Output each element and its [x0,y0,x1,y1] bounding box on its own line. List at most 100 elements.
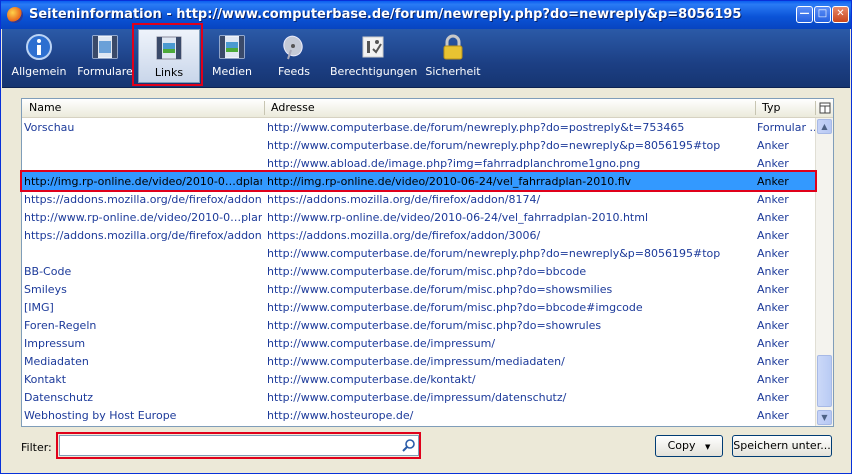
tab-links[interactable]: Links [138,29,200,83]
cell-type: Anker [757,265,789,278]
scroll-thumb[interactable] [817,355,832,407]
lock-icon [443,34,463,60]
tab-berechtigungen[interactable]: Berechtigungen [330,29,418,83]
table-row[interactable]: Vorschau http://www.computerbase.de/forum… [22,118,817,136]
cell-type: Anker [757,301,789,314]
tab-label: Formulare [77,65,133,78]
tab-label: Sicherheit [425,65,481,78]
cell-type: Anker [757,355,789,368]
table-row[interactable]: Mediadaten http://www.computerbase.de/imp… [22,352,817,370]
tab-label: Medien [211,65,253,78]
links-icon [156,36,182,60]
scroll-down-button[interactable]: ▼ [817,410,832,425]
cell-address: http://www.hosteurope.de/ [267,409,414,422]
table-row[interactable]: Smileys http://www.computerbase.de/forum/… [22,280,817,298]
cell-type: Anker [757,211,789,224]
feeds-icon [283,35,303,60]
tab-label: Feeds [278,65,310,78]
cell-type: Anker [757,337,789,350]
chevron-down-icon: ▼ [705,443,711,451]
table-row[interactable]: https://addons.mozilla.org/de/firefox/ad… [22,190,817,208]
cell-address: http://www.computerbase.de/forum/newrepl… [267,139,721,152]
cell-address: http://www.computerbase.de/forum/newrepl… [267,121,685,134]
tab-label: Berechtigungen [330,65,418,78]
table-row[interactable]: Webhosting by Host Europe http://www.host… [22,406,817,424]
links-table: Name Adresse Typ Vorschau http://www.comp… [21,98,834,427]
cell-address: http://www.computerbase.de/forum/misc.ph… [267,301,643,314]
tab-label: Links [154,66,184,79]
table-row[interactable]: https://addons.mozilla.org/de/firefox/ad… [22,226,817,244]
tab-medien[interactable]: Medien [202,29,262,83]
table-row[interactable]: http://www.computerbase.de/forum/newrepl… [22,244,817,262]
cell-name: http://www.rp-online.de/video/2010-0…pla… [24,211,262,224]
table-row[interactable]: http://www.rp-online.de/video/2010-0…pla… [22,208,817,226]
cell-type: Anker [757,409,789,422]
cell-name: BB-Code [24,265,72,278]
tab-sicherheit[interactable]: Sicherheit [422,29,484,83]
table-row[interactable]: Datenschutz http://www.computerbase.de/im… [22,388,817,406]
cell-name: Smileys [24,283,67,296]
filter-input[interactable] [59,435,419,456]
cell-address: http://www.computerbase.de/impressum/med… [267,355,565,368]
copy-button[interactable]: Copy ▼ [655,435,723,457]
cell-name: Vorschau [24,121,75,134]
cell-address: http://www.computerbase.de/forum/misc.ph… [267,283,613,296]
vertical-scrollbar[interactable]: ▲ ▼ [815,118,833,426]
table-row[interactable]: Foren-Regeln http://www.computerbase.de/f… [22,316,817,334]
cell-address: https://addons.mozilla.org/de/firefox/ad… [267,229,541,242]
cell-address: http://img.rp-online.de/video/2010-06-24… [267,175,632,188]
column-separator[interactable] [264,101,265,115]
tab-feeds[interactable]: Feeds [264,29,324,83]
tab-formulare[interactable]: Formulare [74,29,136,83]
page-info-window: Seiteninformation - http://www.computerb… [0,0,852,474]
save-as-button[interactable]: Speichern unter... [732,435,832,457]
scroll-up-button[interactable]: ▲ [817,119,832,134]
permissions-icon [362,36,384,58]
cell-name: Impressum [24,337,86,350]
cell-type: Anker [757,229,789,242]
tab-label: Allgemein [11,65,67,78]
cell-name: https://addons.mozilla.org/de/firefox/ad… [24,193,262,206]
cell-address: http://www.computerbase.de/forum/newrepl… [267,247,721,260]
category-toolbar: Allgemein Formulare Links Medien Feeds B… [2,29,850,88]
info-icon [26,34,52,60]
column-separator[interactable] [755,101,756,115]
copy-button-label: Copy [667,439,696,452]
cell-address: http://www.rp-online.de/video/2010-06-24… [267,211,649,224]
column-header-name[interactable]: Name [29,101,61,114]
column-picker-icon[interactable] [819,102,831,114]
tab-allgemein[interactable]: Allgemein [8,29,70,83]
cell-name: Kontakt [24,373,67,386]
cell-type: Formular ... [757,121,815,134]
minimize-button[interactable]: — [796,6,813,23]
table-body: Vorschau http://www.computerbase.de/forum… [22,118,817,426]
table-row[interactable]: http://img.rp-online.de/video/2010-0…dpl… [22,172,817,190]
cell-address: http://www.abload.de/image.php?img=fahrr… [267,157,641,170]
cell-type: Anker [757,373,789,386]
cell-name: Foren-Regeln [24,319,97,332]
close-button[interactable]: ✕ [832,6,849,23]
search-icon[interactable] [402,438,416,452]
firefox-icon [7,7,23,23]
cell-type: Anker [757,319,789,332]
table-row[interactable]: Kontakt http://www.computerbase.de/kontak… [22,370,817,388]
table-row[interactable]: Impressum http://www.computerbase.de/impr… [22,334,817,352]
maximize-button[interactable]: □ [814,6,831,23]
cell-address: http://www.computerbase.de/kontakt/ [267,373,476,386]
table-row[interactable]: http://www.computerbase.de/forum/newrepl… [22,136,817,154]
cell-name: Mediadaten [24,355,89,368]
table-row[interactable]: BB-Code http://www.computerbase.de/forum/… [22,262,817,280]
forms-icon [92,35,118,59]
title-bar: Seiteninformation - http://www.computerb… [1,1,851,29]
column-header-address[interactable]: Adresse [271,101,315,114]
cell-name: Datenschutz [24,391,94,404]
table-row[interactable]: [IMG] http://www.computerbase.de/forum/mi… [22,298,817,316]
table-row[interactable]: http://www.abload.de/image.php?img=fahrr… [22,154,817,172]
cell-address: http://www.computerbase.de/impressum/dat… [267,391,567,404]
cell-type: Anker [757,139,789,152]
filter-label: Filter: [21,441,52,454]
column-header-type[interactable]: Typ [762,101,781,114]
cell-type: Anker [757,247,789,260]
cell-type: Anker [757,283,789,296]
cell-type: Anker [757,391,789,404]
